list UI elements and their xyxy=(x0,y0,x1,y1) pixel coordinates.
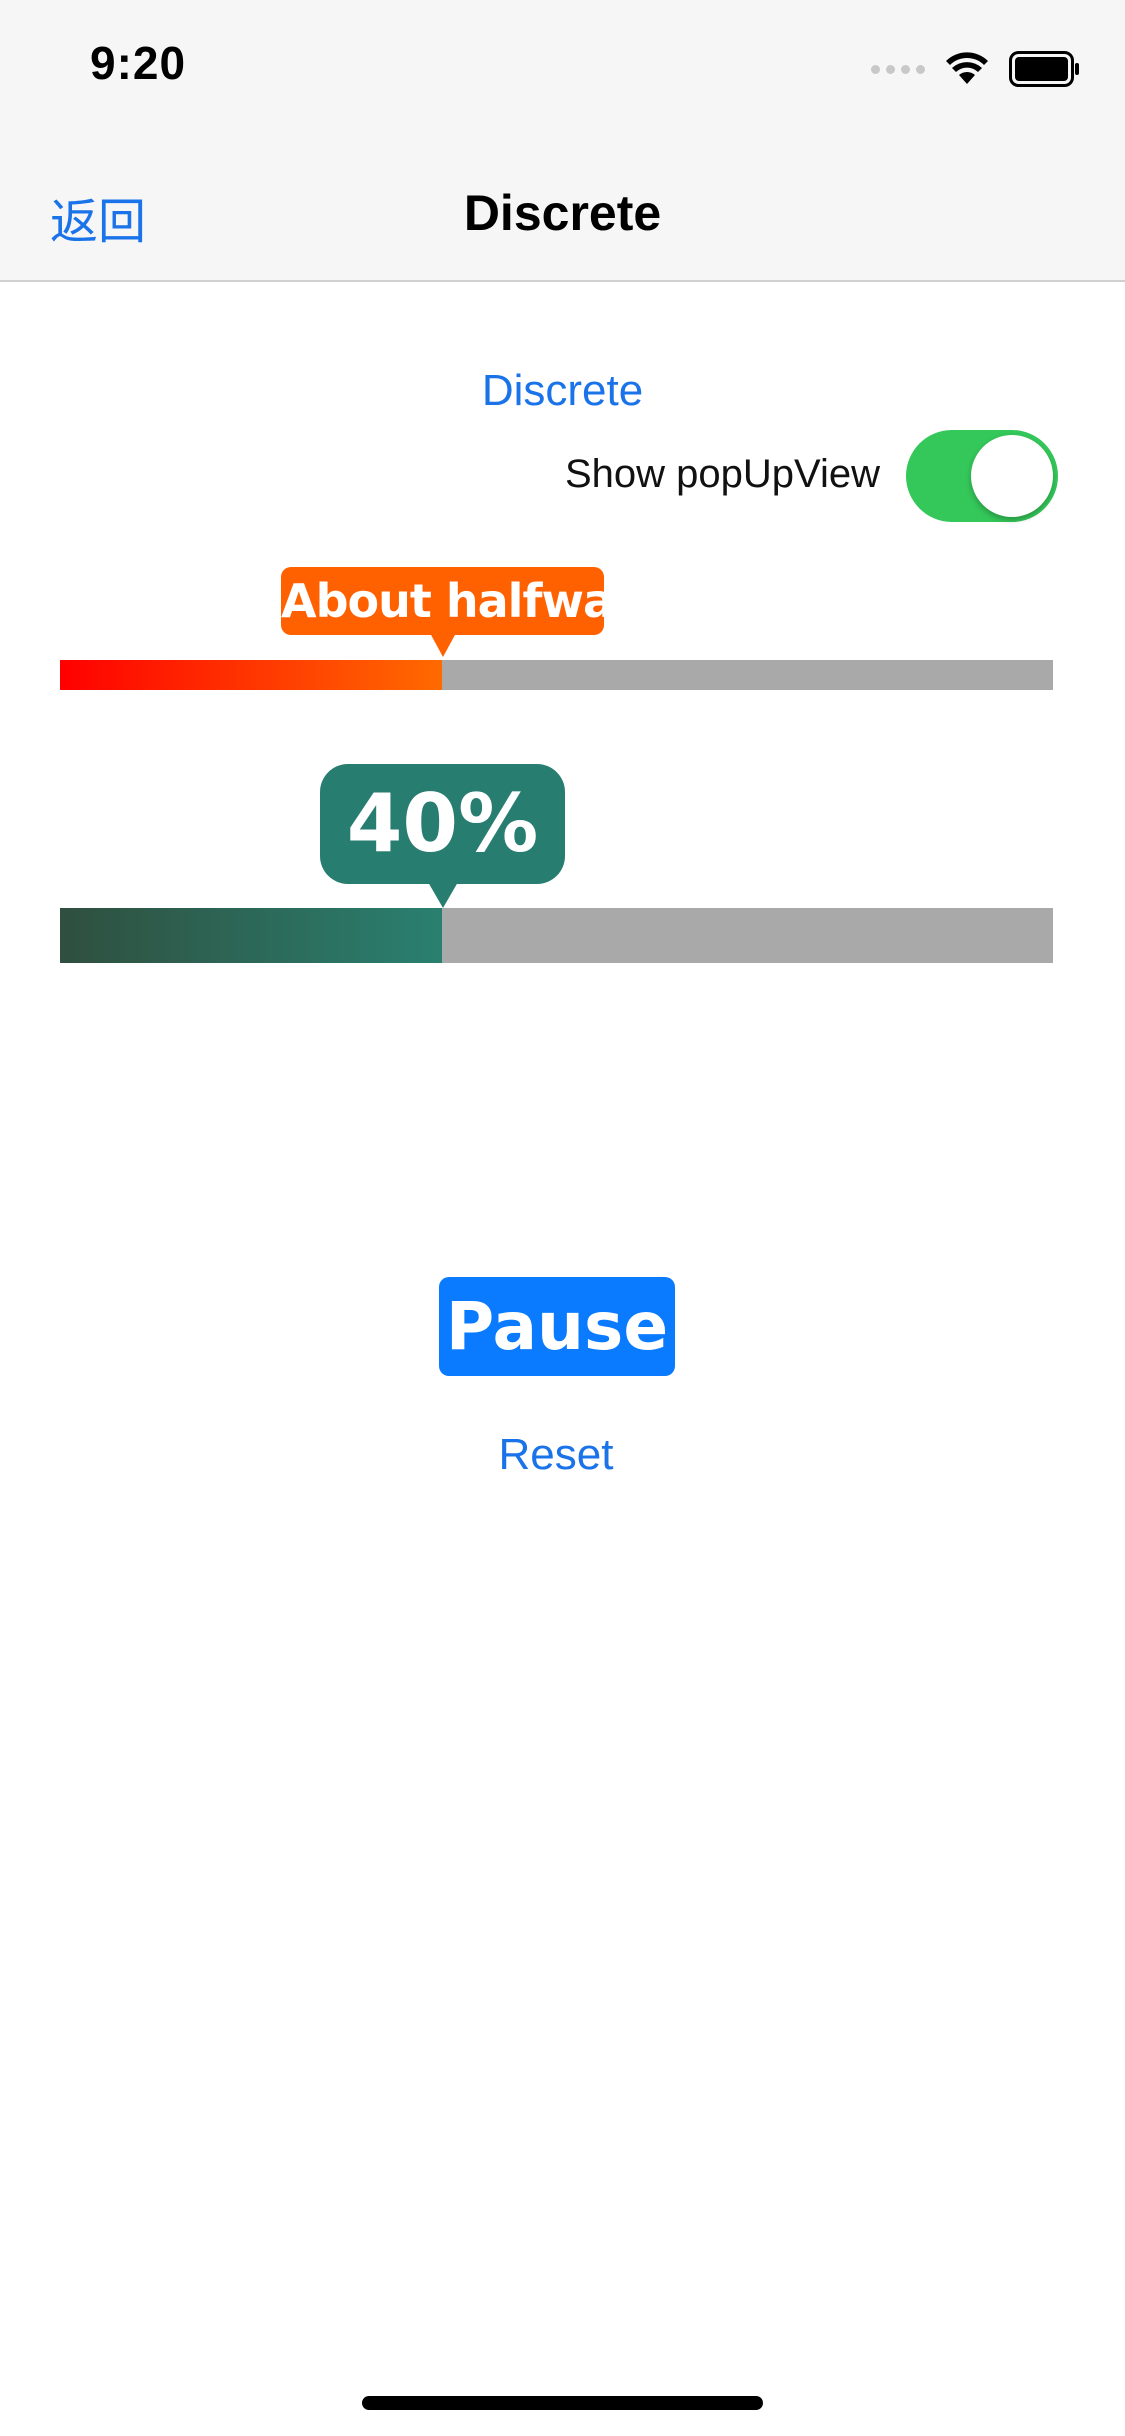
navigation-header: 9:20 返回 Discrete xyxy=(0,0,1125,282)
discrete-button[interactable]: Discrete xyxy=(0,366,1125,416)
slider1-fill xyxy=(60,660,443,690)
show-popup-toggle[interactable] xyxy=(906,430,1058,522)
battery-icon xyxy=(1009,51,1079,87)
slider2-track[interactable] xyxy=(60,908,1053,963)
toggle-knob[interactable] xyxy=(971,435,1053,517)
show-popup-label: Show popUpView xyxy=(564,452,880,496)
pause-button[interactable]: Pause xyxy=(439,1277,675,1376)
slider1-popup: About halfway xyxy=(281,567,604,635)
page-title: Discrete xyxy=(463,185,662,241)
slider1-track[interactable] xyxy=(60,660,1053,690)
home-indicator[interactable] xyxy=(362,2396,763,2410)
status-icons xyxy=(871,44,1081,94)
status-time: 9:20 xyxy=(90,37,187,89)
slider2-fill xyxy=(60,908,443,963)
slider1-popup-pointer xyxy=(430,633,456,657)
cellular-signal-icon xyxy=(871,64,925,74)
slider2-popup: 40% xyxy=(320,764,565,884)
reset-button[interactable]: Reset xyxy=(0,1430,1112,1480)
slider2-popup-pointer xyxy=(428,882,458,908)
wifi-icon xyxy=(946,52,988,84)
